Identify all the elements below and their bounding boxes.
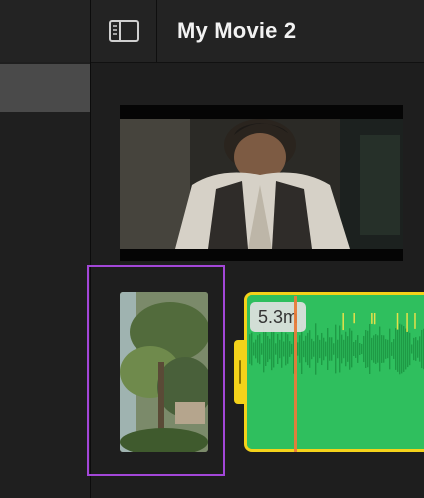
video-preview[interactable] [120,105,403,261]
sidebar-toggle-icon [108,20,139,42]
sidebar-header [0,0,90,62]
project-title: My Movie 2 [177,18,297,43]
video-clip-thumbnail[interactable] [120,292,208,452]
playhead[interactable] [294,296,297,452]
project-header: My Movie 2 [91,0,424,63]
library-sidebar [0,0,91,498]
sidebar-selected-item[interactable] [0,64,90,112]
clip-duration-badge: 5.3m [250,302,307,332]
sidebar-toggle-button[interactable] [91,0,157,62]
